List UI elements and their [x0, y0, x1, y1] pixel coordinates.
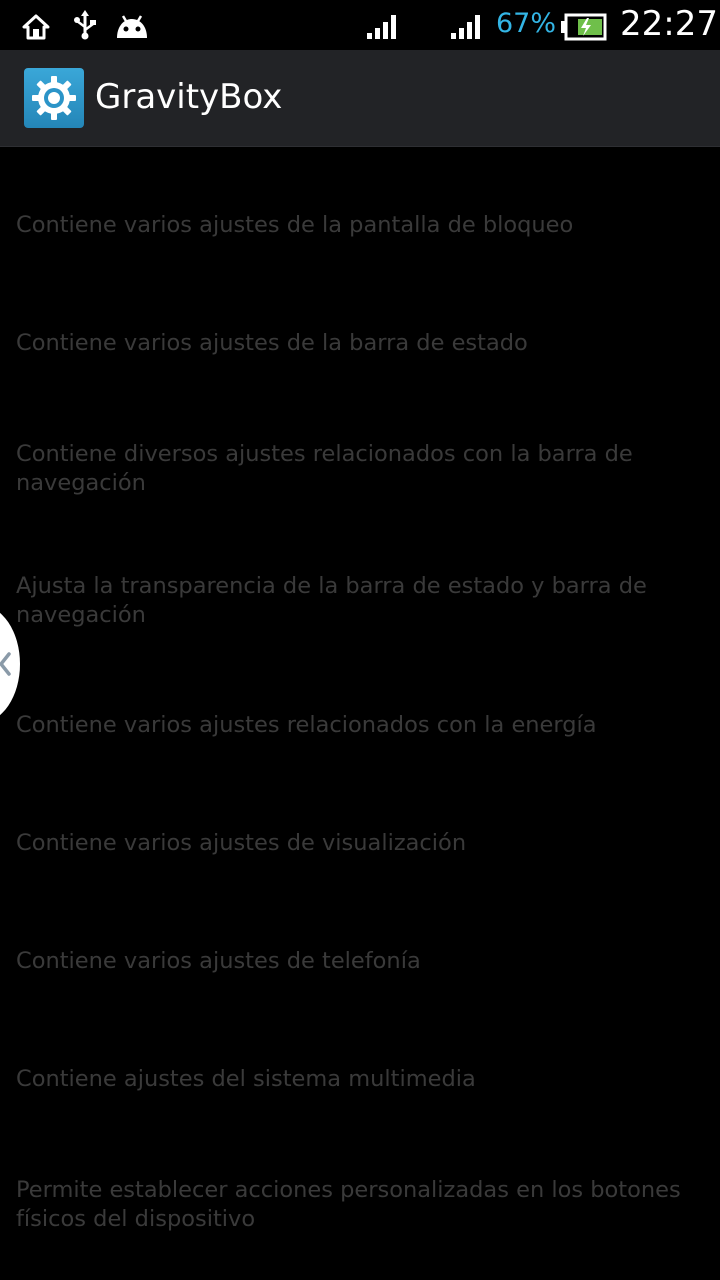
list-item[interactable]: Ajusta la transparencia de la barra de e…	[16, 572, 696, 630]
app-title: GravityBox	[95, 77, 283, 117]
android-icon	[117, 15, 147, 38]
list-item[interactable]: Contiene varios ajustes de visualización	[16, 829, 696, 858]
usb-icon	[74, 10, 96, 40]
chevron-left-icon	[0, 652, 11, 676]
status-bar: 67% 22:27	[0, 0, 720, 50]
list-item[interactable]: Contiene ajustes del sistema multimedia	[16, 1065, 696, 1094]
list-item[interactable]: Contiene varios ajustes de la barra de e…	[16, 329, 696, 358]
list-item[interactable]: Permite establecer acciones personalizad…	[16, 1176, 696, 1234]
signal-icon	[367, 15, 396, 39]
signal-icon	[451, 15, 480, 39]
list-item[interactable]: Contiene varios ajustes de la pantalla d…	[16, 211, 696, 240]
battery-charging-icon	[561, 13, 607, 41]
list-item[interactable]: Contiene varios ajustes relacionados con…	[16, 711, 696, 740]
app-icon[interactable]	[24, 68, 84, 128]
action-bar: GravityBox	[0, 50, 720, 147]
screen: 67% 22:27 GravityBox Contiene varios aju…	[0, 0, 720, 1280]
gear-icon	[32, 76, 76, 120]
list-item[interactable]: Contiene varios ajustes de telefonía	[16, 947, 696, 976]
home-icon	[22, 14, 50, 40]
list-item[interactable]: Contiene diversos ajustes relacionados c…	[16, 440, 696, 498]
battery-percent: 67%	[496, 8, 557, 39]
status-time: 22:27	[620, 4, 718, 44]
